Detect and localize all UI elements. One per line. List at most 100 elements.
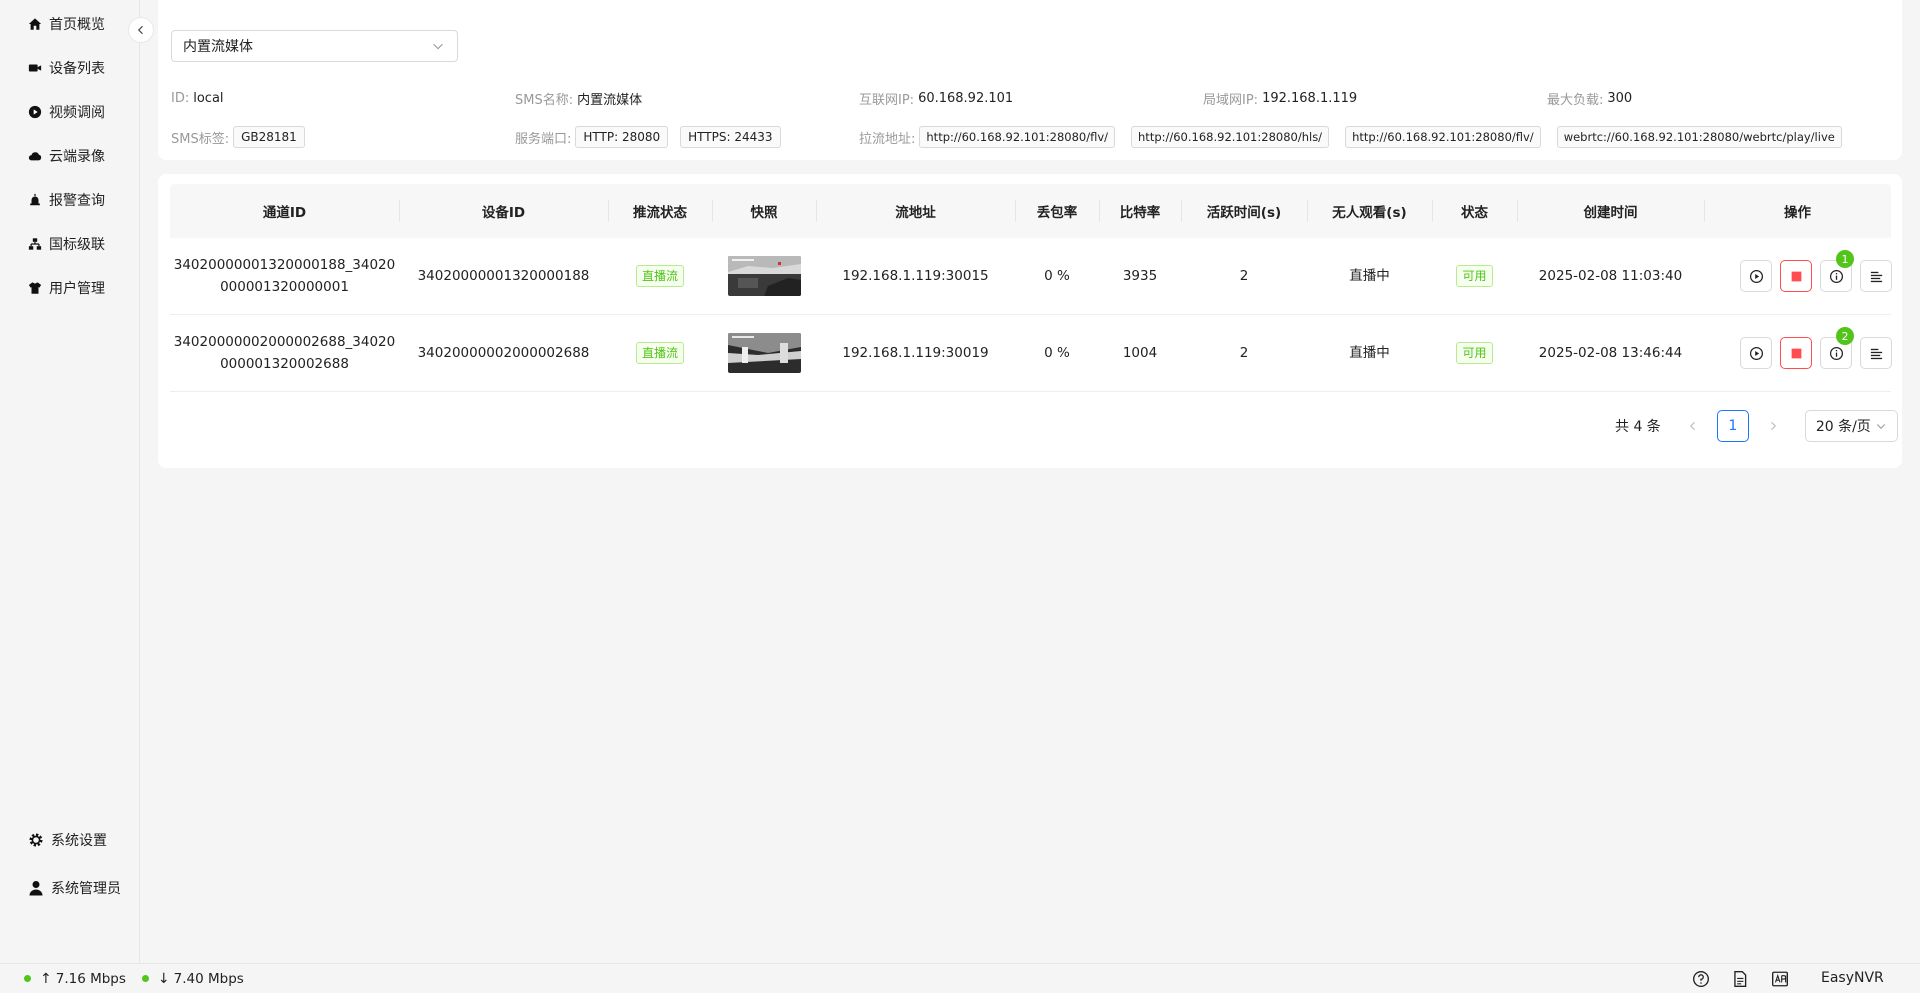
arrow-down-icon: ↓	[157, 970, 170, 987]
media-server-info-card: 内置流媒体 ID: local SMS名称: 内置流媒体 互联网IP: 60.1…	[158, 0, 1902, 160]
detail-button[interactable]	[1860, 260, 1892, 292]
user-icon	[28, 880, 44, 896]
col-loss: 丢包率	[1036, 205, 1078, 221]
info-service-ports: 服务端口: HTTP: 28080 HTTPS: 24433	[515, 126, 797, 148]
sidebar-item-label: 设备列表	[49, 61, 105, 77]
cell-status: 可用	[1432, 315, 1517, 391]
cell-bitrate: 3935	[1122, 268, 1158, 284]
sidebar-item-alarm[interactable]: 报警查询	[0, 186, 139, 214]
sidebar-item-label: 视频调阅	[49, 105, 105, 121]
page-1-button[interactable]: 1	[1716, 410, 1749, 442]
sidebar-item-settings[interactable]: 系统设置	[0, 826, 139, 854]
push-status-tag: 直播流	[635, 342, 684, 364]
pagination-total: 共 4 条	[1615, 419, 1661, 435]
sidebar-item-label: 系统管理员	[51, 881, 121, 897]
cell-stream-addr: 192.168.1.119:30019	[842, 345, 989, 361]
cascade-icon	[28, 237, 42, 251]
stop-button[interactable]	[1780, 260, 1812, 292]
sidebar-item-video[interactable]: 视频调阅	[0, 98, 139, 126]
list-icon	[1870, 348, 1882, 359]
pull-url-hls[interactable]: http://60.168.92.101:28080/hls/	[1131, 126, 1330, 148]
info-lan-ip: 局域网IP: 192.168.1.119	[1203, 90, 1358, 108]
pull-url-flv-2[interactable]: http://60.168.92.101:28080/flv/	[1345, 126, 1541, 148]
sidebar-item-label: 云端录像	[49, 149, 105, 165]
cell-channel-id: 34020000002000002688_34020 0000013200026…	[173, 334, 396, 372]
list-icon	[1870, 271, 1882, 282]
sms-tag: GB28181	[233, 126, 305, 148]
status-badge: 可用	[1456, 265, 1493, 287]
collapse-sidebar-button[interactable]	[128, 17, 154, 43]
detail-button[interactable]	[1860, 337, 1892, 369]
info-icon	[1829, 346, 1843, 360]
download-status-dot	[141, 975, 149, 982]
http-port-tag: HTTP: 28080	[575, 126, 669, 148]
pull-url-webrtc[interactable]: webrtc://60.168.92.101:28080/webrtc/play…	[1556, 126, 1842, 148]
push-status-tag: 直播流	[635, 265, 684, 287]
col-active: 活跃时间(s)	[1206, 205, 1282, 221]
home-icon	[28, 17, 42, 31]
sidebar-item-label: 首页概览	[49, 17, 105, 33]
stream-table-card: 通道ID 设备ID 推流状态 快照 流地址 丢包率 比特率 活跃时间(s) 无人…	[158, 174, 1902, 468]
sidebar-item-admin[interactable]: 系统管理员	[0, 874, 139, 902]
gear-icon	[28, 832, 44, 848]
next-page-button[interactable]	[1757, 410, 1789, 442]
info-sms-name: SMS名称: 内置流媒体	[515, 92, 643, 108]
status-bar: ↑ 7.16 Mbps ↓ 7.40 Mbps EasyNVR	[0, 963, 1920, 993]
chevron-left-icon	[1689, 421, 1695, 431]
help-icon[interactable]	[1692, 970, 1710, 988]
select-value: 内置流媒体	[183, 39, 253, 55]
document-icon[interactable]	[1731, 970, 1749, 988]
cell-bitrate: 1004	[1122, 345, 1158, 361]
chevron-down-icon	[433, 43, 443, 50]
cell-active: 2	[1239, 345, 1249, 361]
sidebar-item-devices[interactable]: 设备列表	[0, 54, 139, 82]
cell-created: 2025-02-08 13:46:44	[1538, 345, 1683, 361]
col-idle: 无人观看(s)	[1332, 205, 1407, 221]
sidebar-item-cloud[interactable]: 云端录像	[0, 142, 139, 170]
chevron-down-icon	[1876, 424, 1885, 429]
camera-icon	[28, 61, 42, 75]
info-button[interactable]: 2	[1820, 327, 1854, 369]
cell-channel-id: 34020000001320000188_34020 0000013200000…	[173, 257, 396, 295]
upload-rate: 7.16 Mbps	[55, 970, 126, 987]
pull-url-flv[interactable]: http://60.168.92.101:28080/flv/	[919, 126, 1116, 148]
stop-button[interactable]	[1780, 337, 1812, 369]
chevron-left-icon	[137, 25, 143, 35]
info-pull-urls: 拉流地址: http://60.168.92.101:28080/flv/ ht…	[859, 126, 1858, 148]
snapshot-thumbnail[interactable]	[727, 333, 801, 373]
cell-loss: 0 %	[1044, 345, 1070, 361]
prev-page-button[interactable]	[1677, 410, 1709, 442]
sidebar-item-home[interactable]: 首页概览	[0, 10, 139, 38]
col-created: 创建时间	[1583, 205, 1638, 221]
viewer-count-badge: 1	[1836, 250, 1854, 268]
sidebar-item-label: 系统设置	[51, 833, 107, 849]
col-actions: 操作	[1784, 205, 1811, 221]
play-button[interactable]	[1740, 260, 1772, 292]
cell-idle: 直播中	[1349, 268, 1390, 284]
status-badge: 可用	[1456, 342, 1493, 364]
cell-created: 2025-02-08 11:03:40	[1538, 268, 1683, 284]
info-button[interactable]: 1	[1820, 250, 1854, 292]
media-server-select[interactable]: 内置流媒体	[171, 30, 458, 62]
viewer-count-badge: 2	[1836, 327, 1854, 345]
play-circle-icon	[1749, 269, 1763, 283]
sidebar-item-label: 用户管理	[49, 281, 105, 297]
cell-push-status: 直播流	[608, 238, 712, 314]
app-name: EasyNVR	[1821, 970, 1884, 986]
cell-device-id: 34020000001320000188	[417, 268, 590, 284]
snapshot-thumbnail[interactable]	[727, 256, 801, 296]
sidebar-item-cascade[interactable]: 国标级联	[0, 230, 139, 258]
table-row: 34020000002000002688_34020 0000013200026…	[170, 315, 1892, 392]
col-bitrate: 比特率	[1119, 205, 1161, 221]
col-push-status: 推流状态	[633, 205, 687, 221]
api-icon[interactable]	[1771, 970, 1789, 988]
stop-icon	[1791, 348, 1801, 358]
info-sms-tag: SMS标签: GB28181	[171, 126, 321, 148]
cell-stream-addr: 192.168.1.119:30015	[842, 268, 989, 284]
col-channel-id: 通道ID	[262, 205, 307, 221]
play-button[interactable]	[1740, 337, 1772, 369]
page-size-select[interactable]: 20 条/页	[1804, 410, 1898, 442]
sidebar-item-users[interactable]: 用户管理	[0, 274, 139, 302]
cell-snapshot	[712, 238, 816, 314]
info-icon	[1829, 269, 1843, 283]
